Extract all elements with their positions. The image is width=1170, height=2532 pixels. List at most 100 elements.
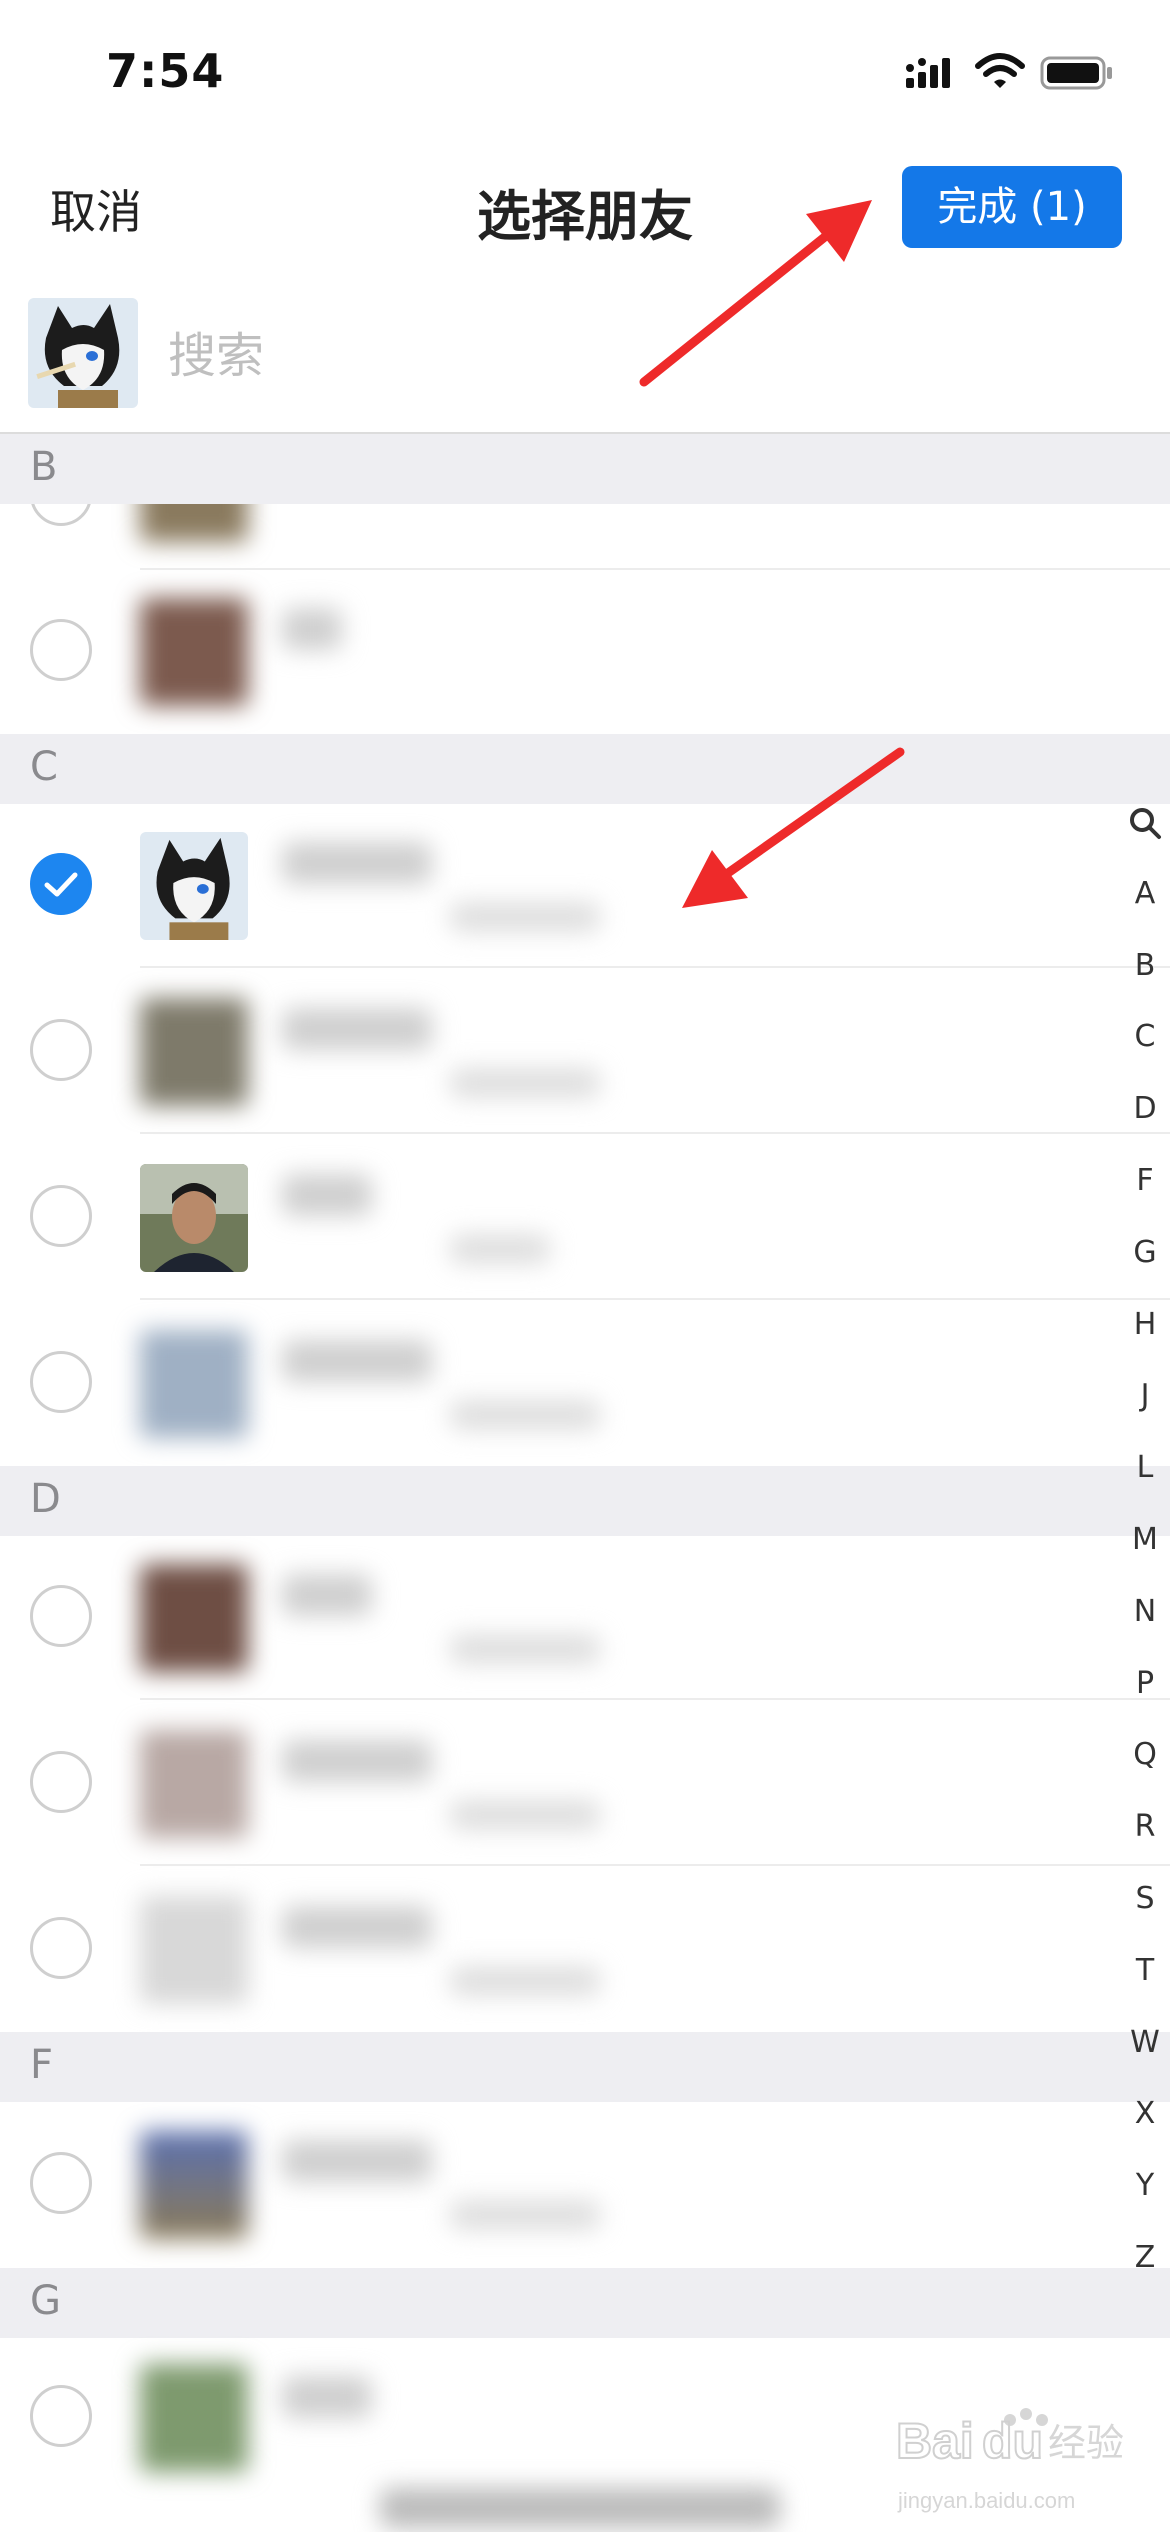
contact-name — [282, 1340, 432, 1382]
section-header-b: B — [0, 434, 1170, 504]
select-radio[interactable] — [30, 2152, 92, 2214]
search-input[interactable] — [168, 320, 1068, 392]
contact-subtitle — [450, 902, 600, 932]
divider — [140, 1298, 1170, 1300]
contact-name — [282, 842, 432, 884]
contact-name — [282, 1906, 432, 1948]
svg-text:du: du — [982, 2413, 1043, 2469]
battery-icon — [1040, 56, 1114, 94]
section-header-g: G — [0, 2268, 1170, 2338]
done-button[interactable]: 完成 (1) — [902, 166, 1122, 248]
index-letter[interactable]: P — [1120, 1648, 1170, 1720]
section-letter: D — [30, 1476, 61, 1522]
select-radio[interactable] — [30, 1585, 92, 1647]
section-letter: F — [30, 2042, 54, 2088]
index-letter[interactable]: X — [1120, 2078, 1170, 2150]
contact-row[interactable] — [0, 1868, 1170, 2032]
contact-avatar — [140, 1730, 248, 1838]
contact-name — [282, 608, 342, 650]
index-letter[interactable]: Q — [1120, 1719, 1170, 1791]
contact-row[interactable] — [0, 1302, 1170, 1466]
contact-subtitle — [450, 1800, 600, 1830]
select-radio[interactable] — [30, 2385, 92, 2447]
index-letter[interactable]: H — [1120, 1289, 1170, 1361]
svg-text:经验: 经验 — [1048, 2421, 1124, 2465]
index-search-icon[interactable] — [1120, 786, 1170, 858]
contact-name — [282, 2376, 372, 2418]
select-radio[interactable] — [30, 1917, 92, 1979]
index-letter[interactable]: J — [1120, 1360, 1170, 1432]
contact-avatar — [140, 2364, 248, 2472]
status-time: 7:54 — [106, 44, 225, 98]
select-radio[interactable] — [30, 1351, 92, 1413]
index-letter[interactable]: Y — [1120, 2150, 1170, 2222]
select-radio[interactable] — [30, 1019, 92, 1081]
select-radio[interactable] — [30, 504, 92, 526]
contact-subtitle — [450, 1068, 600, 1098]
wifi-icon — [974, 52, 1026, 96]
index-letter[interactable]: L — [1120, 1432, 1170, 1504]
contact-avatar — [140, 1564, 248, 1672]
baidu-watermark-logo: Bai du 经验 jingyan.baidu.com — [892, 2396, 1162, 2526]
contact-row[interactable] — [0, 2102, 1170, 2268]
contact-avatar — [140, 598, 248, 706]
index-letter[interactable]: R — [1120, 1791, 1170, 1863]
contact-name — [282, 1008, 432, 1050]
index-letter[interactable]: T — [1120, 1935, 1170, 2007]
contact-row[interactable] — [0, 970, 1170, 1134]
divider — [140, 966, 1170, 968]
alphabet-index[interactable]: A B C D F G H J L M N P Q R S T W X Y Z — [1120, 786, 1170, 2294]
section-letter: G — [30, 2278, 61, 2324]
contact-subtitle — [450, 1966, 600, 1996]
contact-avatar — [140, 832, 248, 940]
contact-name — [282, 2140, 432, 2182]
contact-subtitle — [450, 2200, 600, 2230]
divider — [140, 1698, 1170, 1700]
index-letter[interactable]: Z — [1120, 2222, 1170, 2294]
contact-subtitle — [450, 1234, 550, 1264]
checked-radio-icon[interactable] — [30, 853, 92, 915]
contact-row[interactable] — [0, 1136, 1170, 1300]
contact-avatar — [140, 504, 248, 542]
contact-subtitle — [450, 1634, 600, 1664]
contact-subtitle — [380, 2488, 780, 2528]
contact-name — [282, 1174, 372, 1216]
cellular-signal-icon — [906, 56, 960, 96]
index-letter[interactable]: A — [1120, 858, 1170, 930]
index-letter[interactable]: N — [1120, 1576, 1170, 1648]
index-letter[interactable]: G — [1120, 1217, 1170, 1289]
contact-list[interactable]: B C D F G — [0, 434, 1170, 2532]
section-header-c: C — [0, 734, 1170, 804]
index-letter[interactable]: C — [1120, 1001, 1170, 1073]
contact-name — [282, 1740, 432, 1782]
section-letter: C — [30, 744, 58, 790]
index-letter[interactable]: D — [1120, 1073, 1170, 1145]
contact-row[interactable] — [0, 504, 1170, 570]
contact-avatar — [140, 1330, 248, 1438]
select-radio[interactable] — [30, 1751, 92, 1813]
contact-row-selected[interactable] — [0, 804, 1170, 968]
select-radio[interactable] — [30, 1185, 92, 1247]
index-letter[interactable]: M — [1120, 1504, 1170, 1576]
select-radio[interactable] — [30, 619, 92, 681]
contact-row[interactable] — [0, 1536, 1170, 1700]
contact-avatar — [140, 998, 248, 1106]
contact-row[interactable] — [0, 570, 1170, 734]
my-avatar — [28, 298, 138, 408]
index-letter[interactable]: S — [1120, 1863, 1170, 1935]
svg-text:Bai: Bai — [896, 2413, 974, 2469]
contact-row[interactable] — [0, 1702, 1170, 1866]
section-letter: B — [30, 444, 58, 490]
index-letter[interactable]: B — [1120, 930, 1170, 1002]
contact-avatar — [140, 1164, 248, 1272]
index-letter[interactable]: W — [1120, 2007, 1170, 2079]
divider — [140, 1864, 1170, 1866]
section-header-d: D — [0, 1466, 1170, 1536]
contact-subtitle — [450, 1400, 600, 1430]
contact-name — [282, 1574, 372, 1616]
divider — [140, 1132, 1170, 1134]
contact-avatar — [140, 1896, 248, 2004]
section-header-f: F — [0, 2032, 1170, 2102]
svg-text:jingyan.baidu.com: jingyan.baidu.com — [897, 2488, 1075, 2513]
index-letter[interactable]: F — [1120, 1145, 1170, 1217]
